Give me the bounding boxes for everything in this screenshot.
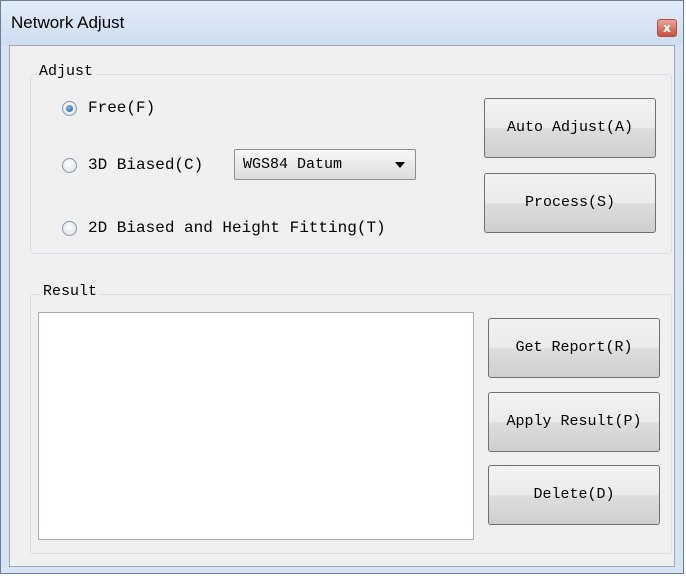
datum-select-value: WGS84 Datum	[243, 156, 343, 173]
title-bar[interactable]: Network Adjust x	[1, 1, 683, 45]
delete-button-label: Delete(D)	[533, 486, 615, 503]
radio-free-indicator[interactable]	[62, 101, 77, 116]
radio-3d-biased-indicator[interactable]	[62, 158, 77, 173]
network-adjust-window: Network Adjust x Adjust Free(F) 3D Biase…	[0, 0, 684, 574]
get-report-button[interactable]: Get Report(R)	[488, 318, 660, 378]
result-text-area[interactable]	[38, 312, 474, 540]
get-report-button-label: Get Report(R)	[515, 339, 633, 356]
apply-result-button[interactable]: Apply Result(P)	[488, 392, 660, 452]
result-group-label: Result	[40, 283, 101, 300]
radio-2d-biased-label: 2D Biased and Height Fitting(T)	[88, 219, 386, 237]
dialog-client-area: Adjust Free(F) 3D Biased(C) WGS84 Datum …	[9, 45, 675, 567]
close-button[interactable]: x	[657, 19, 677, 37]
window-title: Network Adjust	[11, 13, 125, 32]
chevron-down-icon[interactable]	[395, 162, 405, 168]
auto-adjust-button[interactable]: Auto Adjust(A)	[484, 98, 656, 158]
delete-button[interactable]: Delete(D)	[488, 465, 660, 525]
adjust-group-label: Adjust	[36, 63, 97, 80]
close-icon: x	[663, 21, 671, 35]
auto-adjust-button-label: Auto Adjust(A)	[506, 119, 634, 136]
process-button-label: Process(S)	[524, 194, 615, 211]
radio-3d-biased-label: 3D Biased(C)	[88, 156, 204, 174]
radio-2d-biased-indicator[interactable]	[62, 221, 77, 236]
process-button[interactable]: Process(S)	[484, 173, 656, 233]
radio-free-label: Free(F)	[88, 99, 156, 117]
apply-result-button-label: Apply Result(P)	[506, 413, 642, 430]
datum-select[interactable]: WGS84 Datum	[234, 149, 416, 180]
